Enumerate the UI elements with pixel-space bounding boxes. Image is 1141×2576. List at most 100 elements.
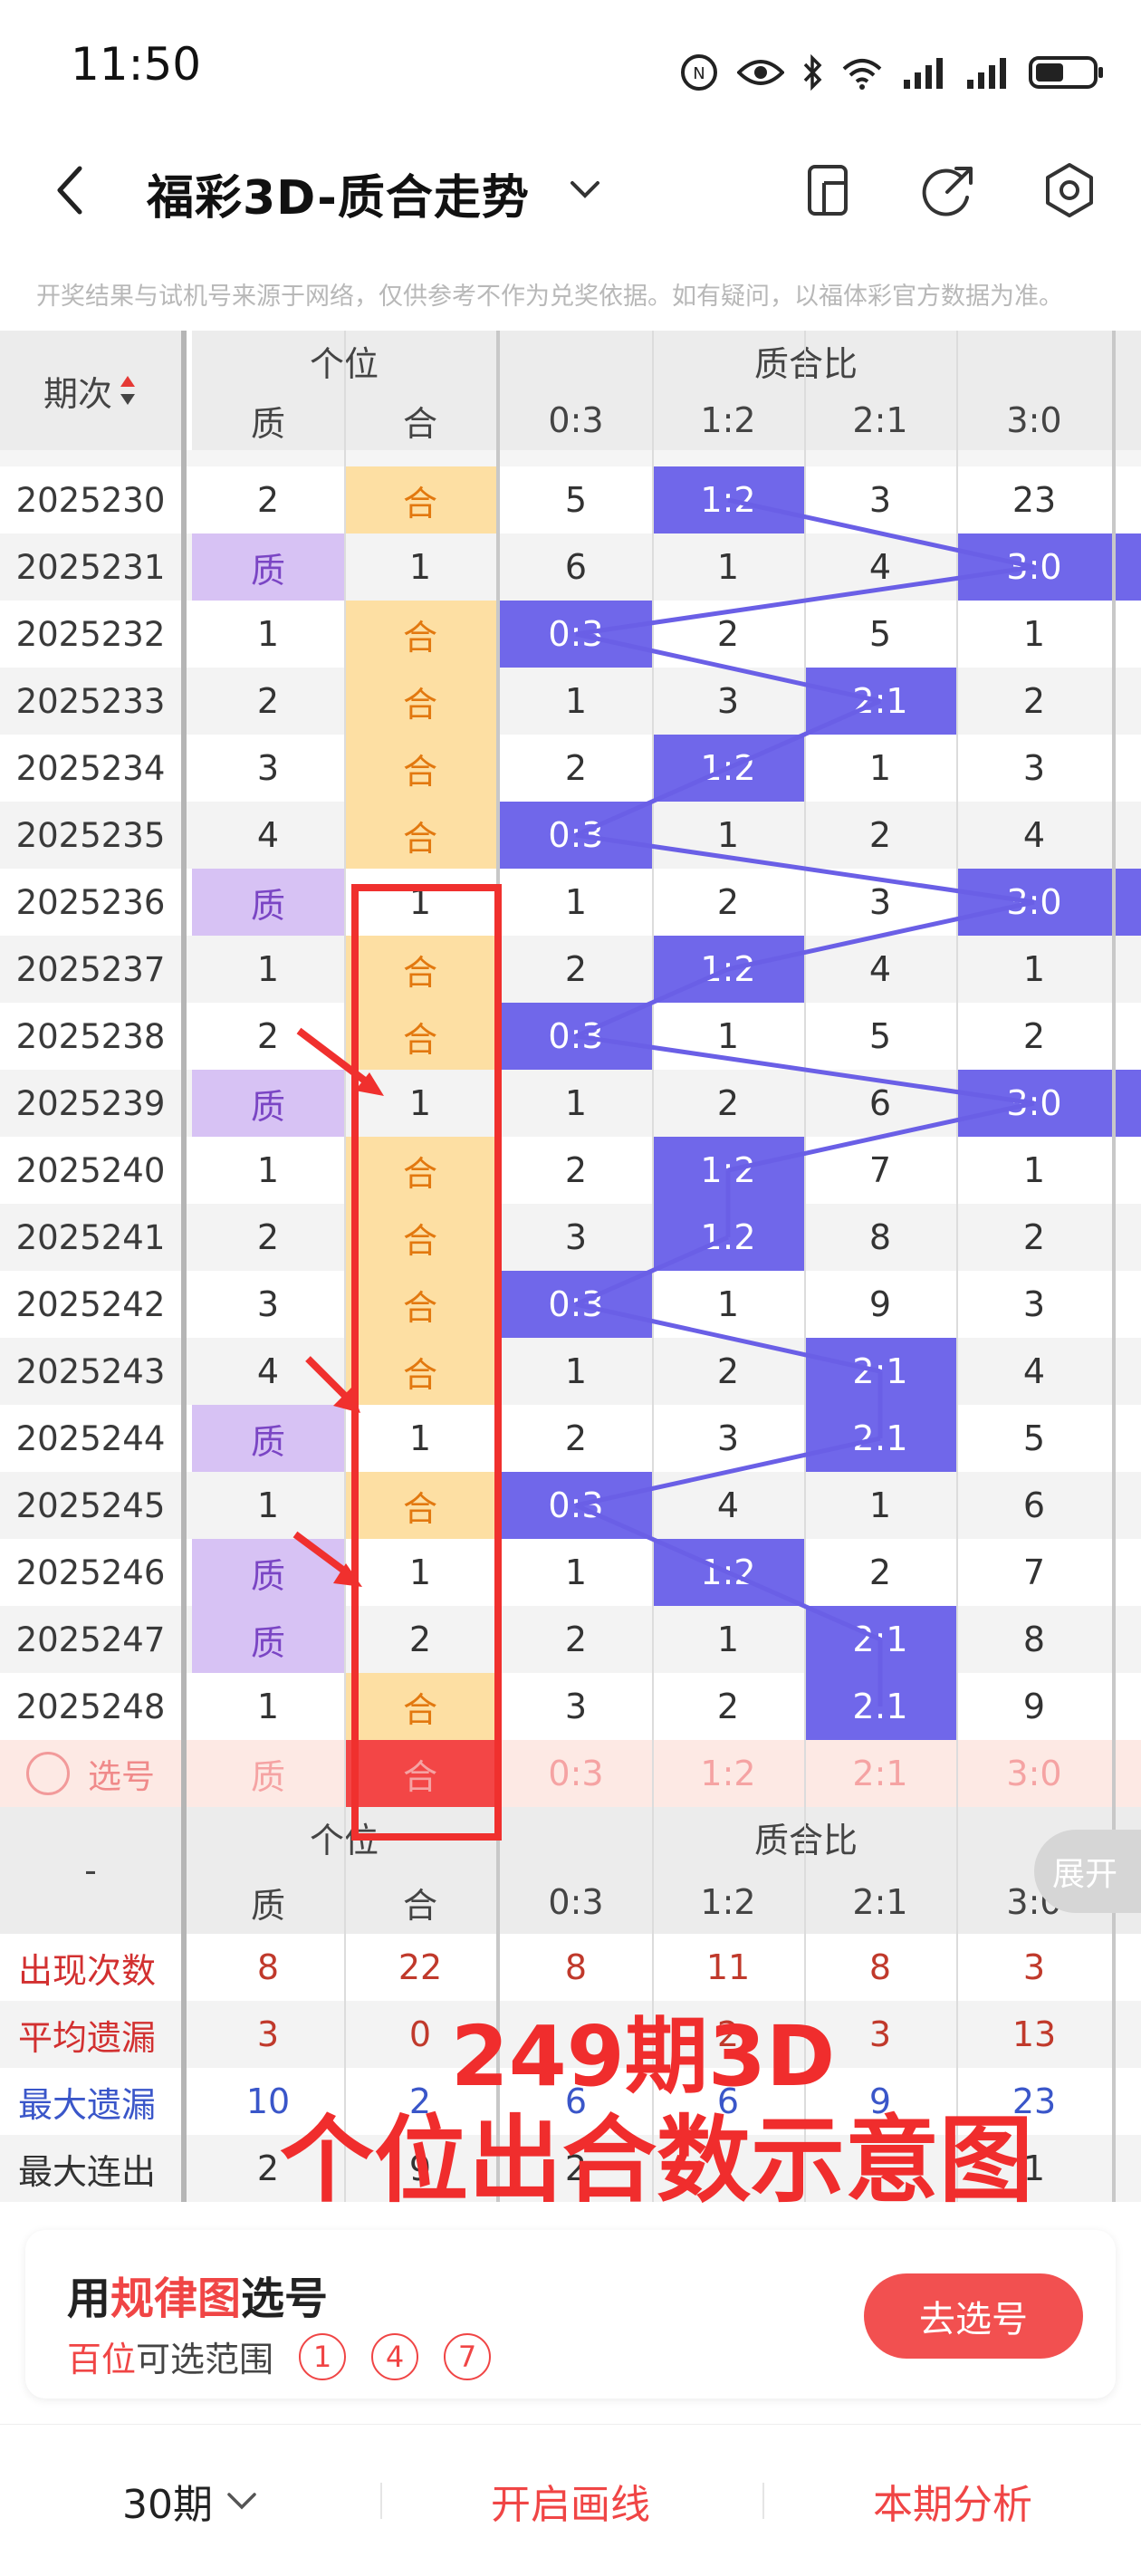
row-overflow	[1116, 802, 1141, 869]
bottom-sub-header: 1:2	[652, 1870, 804, 1934]
select-cell[interactable]: 1:2	[652, 1740, 804, 1807]
issue-cell: 2025240	[15, 1150, 166, 1190]
sub-header-1-2: 1:2	[652, 390, 804, 450]
cell-r12: 1:2	[652, 936, 804, 1003]
cell-he: 合	[344, 735, 496, 802]
cell-zhi: 1	[256, 1687, 280, 1726]
grid-divider	[956, 331, 958, 2202]
cell-zhi: 1	[256, 949, 280, 989]
nav-bar: 福彩3D-质合走势	[0, 136, 1141, 245]
chevron-down-icon[interactable]	[569, 179, 601, 201]
cell-r12: 3	[716, 681, 740, 721]
card-title: 用规律图选号	[67, 2263, 328, 2326]
settings-icon[interactable]	[1041, 161, 1098, 219]
cell-r21: 7	[868, 1150, 892, 1190]
stat-label: 平均遗漏	[18, 2017, 157, 2058]
issue-cell: 2025244	[15, 1418, 166, 1458]
card-sub-highlight: 百位	[67, 2340, 137, 2379]
radio-circle-icon[interactable]	[26, 1752, 70, 1795]
back-arrow-icon[interactable]	[53, 163, 89, 217]
card-subtitle: 百位 可选范围 1 4 7	[67, 2331, 492, 2381]
sub-header-he: 合	[344, 390, 496, 450]
sub-header-3-0: 3:0	[956, 390, 1112, 450]
signal-icon-2	[967, 58, 1006, 89]
card-title-highlight: 规律图	[110, 2273, 242, 2324]
select-cell[interactable]: 质	[192, 1740, 344, 1807]
cell-r12: 1:2	[652, 735, 804, 802]
cell-r21: 2:1	[804, 668, 956, 735]
issue-header[interactable]: 期次	[0, 331, 181, 450]
cell-r03: 2	[564, 949, 588, 989]
header-overflow	[1116, 331, 1141, 450]
cell-he: 合	[344, 1271, 496, 1338]
cell-r21: 2:1	[804, 1606, 956, 1673]
analysis-button[interactable]: 本期分析	[772, 2425, 1134, 2576]
page-title[interactable]: 福彩3D-质合走势	[147, 159, 530, 227]
stat-label: 出现次数	[18, 1950, 157, 1991]
cell-zhi: 1	[256, 1485, 280, 1525]
cell-he: 2	[408, 1620, 432, 1659]
cell-r30: 3	[1022, 748, 1046, 788]
cell-zhi: 1	[256, 1150, 280, 1190]
cell-zhi: 2	[256, 1217, 280, 1257]
cell-r30: 4	[1022, 1351, 1046, 1391]
cell-r12: 1	[716, 815, 740, 855]
table-row: 2025243 4 合 1 2 2:1 4	[0, 1338, 1141, 1405]
select-row-label[interactable]: 选号	[0, 1740, 181, 1807]
cell-r30: 2	[1022, 681, 1046, 721]
table-row: 2025239 质 1 1 2 6 3:0	[0, 1070, 1141, 1137]
cell-r03: 1	[564, 1351, 588, 1391]
grid-divider	[652, 331, 654, 2202]
stat-value: 3	[1022, 1947, 1046, 1987]
issue-cell: 2025235	[15, 815, 166, 855]
cell-he: 1	[408, 547, 432, 587]
row-overflow	[1116, 1338, 1141, 1405]
draw-line-button[interactable]: 开启画线	[389, 2425, 752, 2576]
cell-he: 1	[408, 882, 432, 922]
cell-r30: 7	[1022, 1552, 1046, 1592]
expand-button[interactable]: 展开	[1034, 1830, 1141, 1913]
cell-r03: 0:3	[500, 1271, 652, 1338]
cell-r21: 2	[868, 815, 892, 855]
cell-he: 合	[344, 601, 496, 668]
cell-r21: 2:1	[804, 1673, 956, 1740]
cell-r12: 1	[716, 1016, 740, 1056]
cell-he: 合	[344, 466, 496, 533]
row-overflow	[1116, 1673, 1141, 1740]
cell-r03: 2	[564, 1620, 588, 1659]
select-cell[interactable]: 2:1	[804, 1740, 956, 1807]
table-row: 2025230 2 合 5 1:2 3 23	[0, 466, 1141, 533]
stat-label: 最大连出	[18, 2151, 157, 2192]
cell-r21: 5	[868, 614, 892, 654]
svg-text:N: N	[693, 64, 705, 83]
row-overflow	[1116, 1271, 1141, 1338]
cell-zhi: 3	[256, 1284, 280, 1324]
cell-he: 1	[408, 1083, 432, 1123]
row-overflow	[1116, 1539, 1141, 1606]
issue-cell: 2025231	[15, 547, 166, 587]
cell-r21: 3	[868, 882, 892, 922]
select-cell[interactable]: 3:0	[956, 1740, 1112, 1807]
cell-r21: 5	[868, 1016, 892, 1056]
cell-r30: 3:0	[956, 1070, 1112, 1137]
phone-layout-icon[interactable]	[804, 161, 855, 219]
cell-r03: 2	[564, 1150, 588, 1190]
cell-r21: 3	[868, 480, 892, 520]
periods-dropdown[interactable]: 30期	[36, 2425, 344, 2576]
cell-r30: 4	[1022, 815, 1046, 855]
go-select-button[interactable]: 去选号	[864, 2273, 1083, 2359]
cell-r03: 1	[564, 882, 588, 922]
cell-r21: 2	[868, 1552, 892, 1592]
cell-r12: 1	[716, 1620, 740, 1659]
table-row: 2025233 2 合 1 3 2:1 2	[0, 668, 1141, 735]
table-row: 2025231 质 1 6 1 4 3:0	[0, 533, 1141, 601]
cell-r21: 2:1	[804, 1405, 956, 1472]
select-cell[interactable]: 0:3	[500, 1740, 652, 1807]
select-cell[interactable]: 合	[344, 1740, 496, 1807]
cell-he: 合	[344, 802, 496, 869]
row-overflow	[1116, 533, 1141, 601]
row-overflow	[1116, 601, 1141, 668]
share-icon[interactable]	[920, 161, 978, 219]
cell-he: 合	[344, 1137, 496, 1204]
issue-cell: 2025230	[15, 480, 166, 520]
